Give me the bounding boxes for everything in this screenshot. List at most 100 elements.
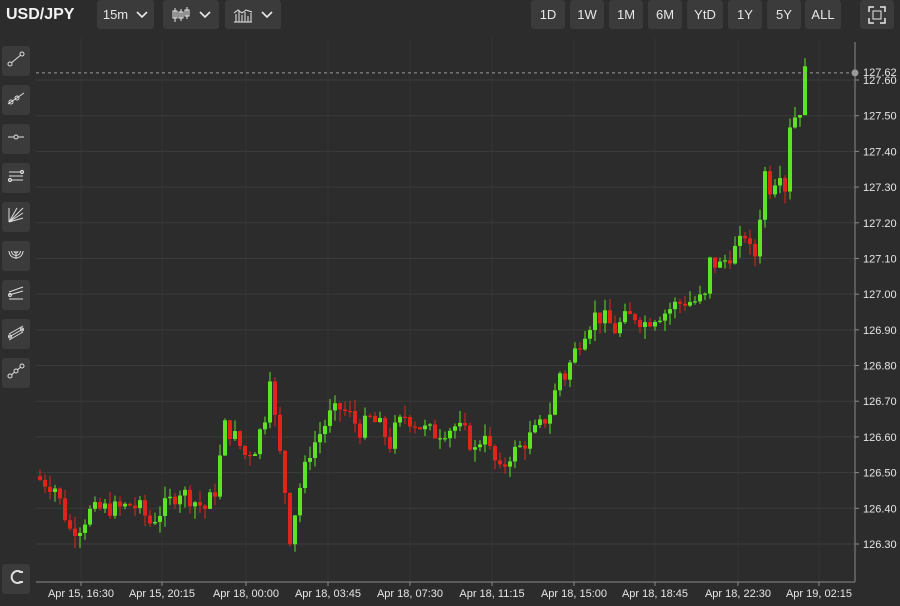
candle-body (668, 309, 672, 314)
candles (38, 58, 807, 552)
candle-body (538, 419, 542, 426)
candle-body (243, 445, 247, 455)
regression-tool[interactable] (2, 319, 30, 349)
range-all-button[interactable]: ALL (805, 0, 841, 29)
range-6m-button[interactable]: 6M (648, 0, 682, 29)
candle-body (448, 430, 452, 439)
candle-body (778, 178, 782, 186)
candle-body (543, 419, 547, 424)
range-1w-button[interactable]: 1W (570, 0, 604, 29)
indicators-icon (233, 7, 253, 23)
candle-body (253, 454, 257, 457)
y-tick-label: 127.20 (863, 218, 897, 230)
candle-body (153, 521, 157, 524)
candle-body (468, 425, 472, 450)
arc-tool[interactable] (2, 241, 30, 271)
horizontal-line-tool[interactable] (2, 124, 30, 154)
candle-body (248, 454, 252, 457)
horizontal-line-icon (7, 128, 25, 151)
candle-body (143, 500, 147, 516)
y-tick-label: 127.50 (863, 111, 897, 123)
fan-tool[interactable] (2, 202, 30, 232)
candle-body (783, 178, 787, 192)
candle-body (528, 432, 532, 449)
candle-body (653, 321, 657, 327)
candle-body (113, 501, 117, 516)
candle-body (263, 422, 267, 430)
candle-body (313, 442, 317, 458)
y-tick-label: 126.50 (863, 468, 897, 480)
x-tick-label: Apr 18, 15:00 (541, 588, 607, 600)
candle-body (753, 244, 757, 257)
x-tick-label: Apr 18, 18:45 (622, 588, 688, 600)
x-tick-label: Apr 18, 22:30 (705, 588, 771, 600)
chevron-down-icon (136, 10, 148, 19)
candle-body (703, 293, 707, 295)
regression-icon (7, 323, 25, 346)
candle-body (608, 310, 612, 324)
range-1m-button[interactable]: 1M (609, 0, 643, 29)
candle-body (218, 455, 222, 497)
y-tick-label: 127.40 (863, 146, 897, 158)
candle-body (573, 348, 577, 363)
candle-body (473, 447, 477, 450)
candle-body (303, 461, 307, 488)
candle-body (728, 260, 732, 264)
drawing-tools-sidebar (0, 38, 36, 601)
range-1y-button[interactable]: 1Y (728, 0, 762, 29)
range-1d-button[interactable]: 1D (531, 0, 565, 29)
arc-icon (7, 245, 25, 268)
candle-body (628, 311, 632, 315)
candle-body (403, 416, 407, 418)
candle-body (413, 426, 417, 428)
indicators-select[interactable] (225, 0, 281, 29)
candle-body (273, 381, 277, 415)
fan-icon (7, 206, 25, 229)
y-axis-ticks: 126.30 126.40 126.50 126.60 126.70 126.80 126.… (851, 67, 897, 551)
candle-body (708, 257, 712, 294)
candle-body (453, 426, 457, 431)
candle-body (73, 528, 77, 536)
magnet-tool[interactable] (2, 564, 30, 594)
candle-body (38, 476, 42, 480)
candle-body (773, 185, 777, 195)
path-icon (7, 362, 25, 385)
candle-body (408, 416, 412, 427)
ray-icon (7, 89, 25, 112)
candle-body (223, 420, 227, 456)
trend-line-icon (7, 50, 25, 73)
candle-body (293, 515, 297, 545)
candle-body (348, 410, 352, 413)
candlestick-icon (171, 6, 191, 23)
candle-body (793, 117, 797, 128)
candle-body (203, 505, 207, 509)
candle-body (458, 422, 462, 427)
path-tool[interactable] (2, 358, 30, 388)
candle-body (308, 457, 312, 462)
candle-body (553, 390, 557, 415)
candle-body (803, 66, 807, 116)
candle-body (503, 464, 507, 467)
range-ytd-button[interactable]: YtD (687, 0, 723, 29)
candle-body (643, 322, 647, 328)
candle-body (323, 425, 327, 435)
candle-body (258, 429, 262, 455)
candle-body (228, 420, 232, 440)
chart-type-select[interactable] (163, 0, 219, 29)
trend-line-tool[interactable] (2, 46, 30, 76)
fullscreen-icon (868, 5, 886, 24)
candle-body (328, 410, 332, 426)
range-5y-button[interactable]: 5Y (767, 0, 801, 29)
candle-body (188, 489, 192, 507)
parallel-channel-tool[interactable] (2, 163, 30, 193)
candle-body (123, 503, 127, 507)
candle-body (343, 409, 347, 411)
chart-area[interactable]: 126.30 126.40 126.50 126.60 126.70 126.80 126.… (36, 38, 900, 601)
candlestick-chart[interactable]: 126.30 126.40 126.50 126.60 126.70 126.80 126.… (36, 38, 900, 601)
interval-select[interactable]: 15m (97, 0, 154, 29)
ray-tool[interactable] (2, 85, 30, 115)
candle-body (353, 411, 357, 424)
x-tick-label: Apr 15, 20:15 (129, 588, 195, 600)
fullscreen-button[interactable] (860, 0, 894, 29)
pitchfork-tool[interactable] (2, 280, 30, 310)
